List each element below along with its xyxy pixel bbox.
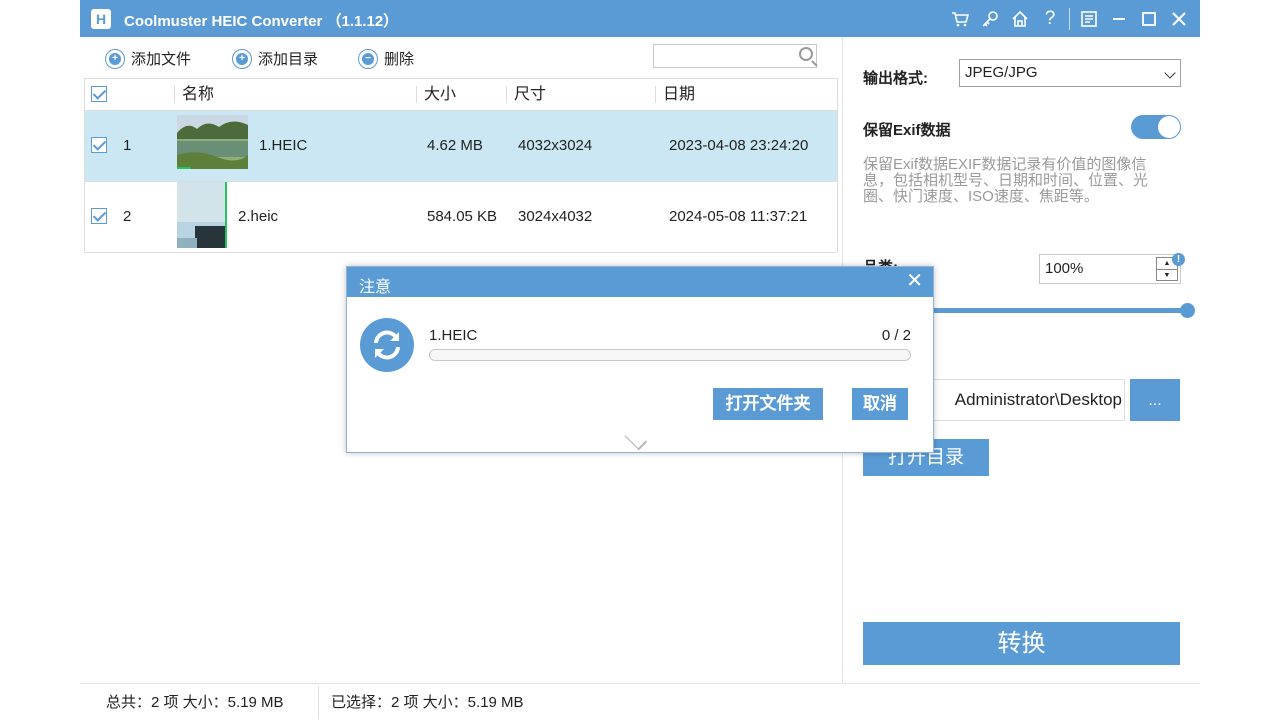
header-name[interactable]: 名称 xyxy=(174,86,412,103)
keep-exif-toggle[interactable] xyxy=(1131,115,1181,139)
home-icon[interactable] xyxy=(1005,5,1035,33)
trash-icon: − xyxy=(358,48,378,69)
table-row[interactable]: 1 1.HEIC 4.62 MB 4032x3024 2023-04-08 23… xyxy=(85,111,837,182)
expand-chevron-icon[interactable] xyxy=(624,427,648,451)
output-format-select[interactable]: JPEG/JPG xyxy=(959,59,1181,87)
feedback-icon[interactable] xyxy=(1074,5,1104,33)
maximize-icon[interactable] xyxy=(1134,5,1164,33)
row-checkbox[interactable] xyxy=(91,208,107,224)
row-index: 1 xyxy=(123,137,132,154)
app-title: Coolmuster HEIC Converter （1.1.12） xyxy=(124,13,399,30)
dialog-title-bar: 注意 ✕ xyxy=(347,267,933,297)
row-dimensions: 3024x4032 xyxy=(518,208,593,225)
file-table: 名称 大小 尺寸 日期 1 1.HEIC 4.62 MB 4032x3024 2… xyxy=(84,78,838,253)
convert-button[interactable]: 转换 xyxy=(863,622,1180,665)
thumbnail-image xyxy=(177,182,227,252)
app-logo-icon: H xyxy=(91,9,111,29)
conversion-progress-bar xyxy=(429,349,911,361)
file-toolbar: + 添加文件 + 添加目录 − 删除 xyxy=(80,37,842,78)
cart-icon[interactable] xyxy=(945,5,975,33)
search-input[interactable] xyxy=(653,44,817,68)
add-folder-button[interactable]: + 添加目录 xyxy=(232,48,318,69)
add-file-button[interactable]: + 添加文件 xyxy=(105,48,191,69)
output-format-label: 输出格式: xyxy=(863,70,928,87)
key-icon[interactable] xyxy=(975,5,1005,33)
row-file-size: 584.05 KB xyxy=(427,208,498,225)
row-file-name: 2.heic xyxy=(238,208,279,225)
row-file-size: 4.62 MB xyxy=(427,137,483,154)
status-selected: 已选择：2 项 大小：5.19 MB xyxy=(331,694,524,711)
minimize-icon[interactable] xyxy=(1104,5,1134,33)
browse-button[interactable]: ... xyxy=(1130,379,1180,421)
open-output-folder-button[interactable]: 打开文件夹 xyxy=(713,388,823,420)
close-icon[interactable] xyxy=(1164,5,1194,33)
exif-description: 保留Exif数据EXIF数据记录有价值的图像信息，包括相机型号、日期和时间、位置… xyxy=(863,156,1149,205)
title-bar-controls: ? xyxy=(945,5,1194,33)
delete-label: 删除 xyxy=(384,51,415,68)
title-bar: H Coolmuster HEIC Converter （1.1.12） ? xyxy=(80,0,1200,37)
refresh-icon xyxy=(360,318,414,372)
header-dimensions[interactable]: 尺寸 xyxy=(506,86,654,103)
quality-stepper[interactable]: 100% ▲ ▼ xyxy=(1039,254,1181,284)
thumbnail-image xyxy=(177,115,248,173)
add-file-label: 添加文件 xyxy=(131,51,192,68)
title-bar-divider xyxy=(1069,8,1070,30)
conversion-dialog: 注意 ✕ 1.HEIC 0 / 2 打开文件夹 取消 xyxy=(346,266,934,453)
row-date: 2024-05-08 11:37:21 xyxy=(669,208,808,225)
dialog-file-name: 1.HEIC xyxy=(429,327,478,344)
row-dimensions: 4032x3024 xyxy=(518,137,593,154)
help-icon[interactable]: ? xyxy=(1035,5,1065,33)
status-total: 总共：2 项 大小：5.19 MB xyxy=(106,694,284,711)
chevron-down-icon xyxy=(1164,67,1176,79)
cancel-button[interactable]: 取消 xyxy=(852,388,908,420)
header-date[interactable]: 日期 xyxy=(655,86,833,103)
spin-down-icon[interactable]: ▼ xyxy=(1157,270,1177,281)
delete-button[interactable]: − 删除 xyxy=(358,48,414,69)
add-folder-label: 添加目录 xyxy=(258,51,319,68)
quality-slider-handle[interactable] xyxy=(1180,303,1195,318)
keep-exif-label: 保留Exif数据 xyxy=(863,122,951,139)
info-icon[interactable]: ! xyxy=(1172,253,1185,266)
add-folder-icon: + xyxy=(232,48,252,69)
row-date: 2023-04-08 23:24:20 xyxy=(669,137,809,154)
dialog-close-icon[interactable]: ✕ xyxy=(906,271,923,291)
quality-value: 100% xyxy=(1045,260,1084,277)
status-divider xyxy=(318,686,319,719)
dialog-progress-count: 0 / 2 xyxy=(881,327,911,344)
row-index: 2 xyxy=(123,208,132,225)
dialog-title: 注意 xyxy=(359,279,392,296)
select-all-checkbox[interactable] xyxy=(91,86,107,102)
header-size[interactable]: 大小 xyxy=(416,86,504,103)
add-file-icon: + xyxy=(105,48,125,69)
row-file-name: 1.HEIC xyxy=(259,137,308,154)
search-icon[interactable] xyxy=(799,47,813,61)
output-format-value: JPEG/JPG xyxy=(965,64,1038,81)
row-checkbox[interactable] xyxy=(91,137,107,153)
table-header: 名称 大小 尺寸 日期 xyxy=(85,79,837,111)
table-row[interactable]: 2 2.heic 584.05 KB 3024x4032 2024-05-08 … xyxy=(85,182,837,253)
status-bar: 总共：2 项 大小：5.19 MB 已选择：2 项 大小：5.19 MB xyxy=(80,683,1200,721)
